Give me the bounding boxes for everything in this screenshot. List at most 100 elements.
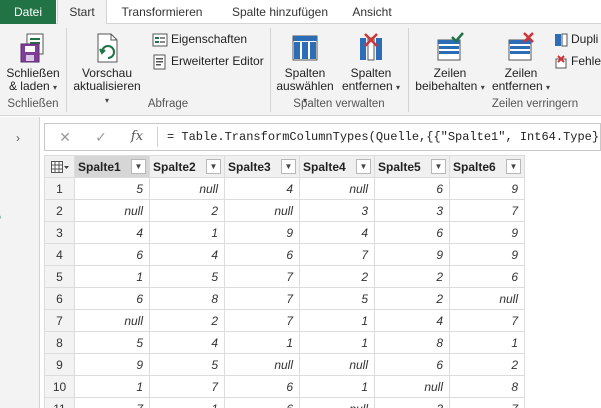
table-row[interactable]: 5157226	[44, 265, 525, 288]
table-cell[interactable]: 1	[74, 375, 150, 398]
table-cell[interactable]: 4	[149, 331, 225, 354]
column-header-spalte4[interactable]: Spalte4 ▼	[299, 155, 375, 178]
table-cell[interactable]: 6	[224, 243, 300, 266]
row-number[interactable]: 8	[44, 331, 75, 354]
table-cell[interactable]: 2	[299, 265, 375, 288]
cancel-formula-icon[interactable]: ✕	[55, 128, 75, 146]
table-row[interactable]: 9 9 5 null null 6 2	[44, 353, 525, 376]
remove-rows-button[interactable]: Zeilen entfernen ▾	[490, 32, 552, 94]
filter-dropdown-icon[interactable]: ▼	[431, 159, 446, 174]
advanced-editor-button[interactable]: Erweiterter Editor	[152, 52, 264, 70]
table-cell[interactable]: 6	[224, 375, 300, 398]
table-cell[interactable]: 7	[224, 287, 300, 310]
remove-errors-button[interactable]: Fehle	[554, 52, 601, 70]
table-cell[interactable]: 6	[449, 265, 525, 288]
table-cell[interactable]: null	[224, 353, 300, 376]
close-load-button[interactable]: Schließen & laden ▾	[4, 32, 62, 94]
table-cell[interactable]: 1	[299, 309, 375, 332]
table-cell[interactable]: 4	[374, 309, 450, 332]
table-row[interactable]: 10 1 7 6 1 null 8	[44, 375, 525, 398]
column-header-spalte1[interactable]: Spalte1 ▼	[74, 155, 150, 178]
table-cell[interactable]: 4	[74, 221, 150, 244]
table-row[interactable]: 3419469	[44, 221, 525, 244]
table-cell[interactable]: null	[74, 309, 150, 332]
table-cell[interactable]: 4	[299, 221, 375, 244]
row-number[interactable]: 11	[44, 397, 75, 408]
table-cell[interactable]: 7	[449, 199, 525, 222]
remove-duplicates-button[interactable]: Dupli	[554, 30, 598, 48]
row-number[interactable]: 6	[44, 287, 75, 310]
table-cell[interactable]: null	[299, 353, 375, 376]
table-cell[interactable]: 5	[149, 353, 225, 376]
table-cell[interactable]: 1	[299, 331, 375, 354]
table-cell[interactable]: 1	[74, 265, 150, 288]
table-cell[interactable]: 8	[449, 375, 525, 398]
table-cell[interactable]: null	[299, 397, 375, 408]
filter-dropdown-icon[interactable]: ▼	[356, 159, 371, 174]
table-cell[interactable]: 7	[74, 397, 150, 408]
properties-button[interactable]: Eigenschaften	[152, 30, 247, 48]
table-cell[interactable]: 9	[224, 221, 300, 244]
chevron-right-icon[interactable]: ›	[16, 131, 20, 145]
table-cell[interactable]: 7	[149, 375, 225, 398]
refresh-preview-button[interactable]: Vorschau aktualisieren ▾	[70, 32, 144, 107]
table-cell[interactable]: 5	[299, 287, 375, 310]
table-row[interactable]: 7 null 2 7 1 4 7	[44, 309, 525, 332]
table-cell[interactable]: 6	[374, 353, 450, 376]
confirm-formula-icon[interactable]: ✓	[91, 128, 111, 146]
filter-dropdown-icon[interactable]: ▼	[131, 159, 146, 174]
tab-add-column[interactable]: Spalte hinzufügen	[222, 0, 338, 24]
column-header-spalte3[interactable]: Spalte3 ▼	[224, 155, 300, 178]
table-cell[interactable]: 1	[449, 331, 525, 354]
table-cell[interactable]: 4	[224, 177, 300, 200]
table-cell[interactable]: 2	[374, 287, 450, 310]
table-cell[interactable]: 7	[449, 309, 525, 332]
remove-columns-button[interactable]: Spalten entfernen ▾	[340, 32, 402, 94]
table-cell[interactable]: 6	[374, 221, 450, 244]
tab-transform[interactable]: Transformieren	[113, 0, 211, 24]
table-row[interactable]: 2 null 2 null 3 3 7	[44, 199, 525, 222]
tab-home[interactable]: Start	[57, 0, 107, 25]
column-header-spalte2[interactable]: Spalte2 ▼	[149, 155, 225, 178]
table-cell[interactable]: 2	[149, 309, 225, 332]
filter-dropdown-icon[interactable]: ▼	[281, 159, 296, 174]
table-cell[interactable]: 7	[299, 243, 375, 266]
table-cell[interactable]: 6	[74, 287, 150, 310]
tab-file[interactable]: Datei	[0, 0, 56, 24]
table-row[interactable]: 4646799	[44, 243, 525, 266]
table-menu-button[interactable]	[44, 155, 75, 178]
table-row[interactable]: 6 6 8 7 5 2 null	[44, 287, 525, 310]
row-number[interactable]: 3	[44, 221, 75, 244]
table-cell[interactable]: 6	[374, 177, 450, 200]
table-cell[interactable]: 1	[224, 331, 300, 354]
table-cell[interactable]: 2	[449, 353, 525, 376]
filter-dropdown-icon[interactable]: ▼	[506, 159, 521, 174]
filter-dropdown-icon[interactable]: ▼	[206, 159, 221, 174]
table-row[interactable]: 8541181	[44, 331, 525, 354]
table-cell[interactable]: 1	[149, 221, 225, 244]
row-number[interactable]: 1	[44, 177, 75, 200]
table-cell[interactable]: 9	[449, 177, 525, 200]
table-cell[interactable]: 9	[374, 243, 450, 266]
fx-icon[interactable]: fx	[127, 128, 147, 146]
column-header-spalte5[interactable]: Spalte5 ▼	[374, 155, 450, 178]
table-cell[interactable]: null	[149, 177, 225, 200]
table-cell[interactable]: 5	[74, 177, 150, 200]
table-cell[interactable]: 2	[374, 265, 450, 288]
table-cell[interactable]: null	[449, 287, 525, 310]
table-cell[interactable]: null	[374, 375, 450, 398]
table-cell[interactable]: 8	[374, 331, 450, 354]
column-header-spalte6[interactable]: Spalte6 ▼	[449, 155, 525, 178]
row-number[interactable]: 10	[44, 375, 75, 398]
table-cell[interactable]: 7	[224, 309, 300, 332]
table-cell[interactable]: 1	[299, 375, 375, 398]
tab-view[interactable]: Ansicht	[345, 0, 399, 24]
row-number[interactable]: 5	[44, 265, 75, 288]
row-number[interactable]: 4	[44, 243, 75, 266]
table-cell[interactable]: 9	[74, 353, 150, 376]
row-number[interactable]: 2	[44, 199, 75, 222]
table-cell[interactable]: 6	[224, 397, 300, 408]
table-cell[interactable]: 4	[149, 243, 225, 266]
table-row[interactable]: 11716null37	[44, 397, 525, 408]
table-cell[interactable]: 8	[149, 287, 225, 310]
